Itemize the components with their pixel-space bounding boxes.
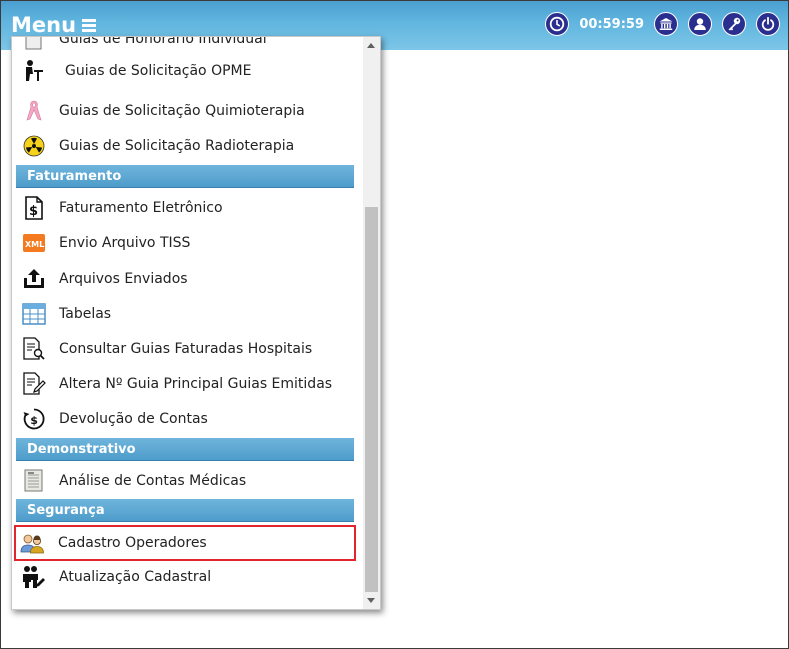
menu-item-label: Arquivos Enviados xyxy=(59,271,188,287)
radiation-icon xyxy=(21,133,47,159)
menu-item-envio-tiss[interactable]: XML Envio Arquivo TISS xyxy=(17,227,357,259)
menu-item-quimioterapia[interactable]: Guias de Solicitação Quimioterapia xyxy=(17,95,357,127)
menu-item-label: Guias de Solicitação OPME xyxy=(65,63,252,79)
menu-item-label: Altera Nº Guia Principal Guias Emitidas xyxy=(59,376,333,392)
hamburger-icon xyxy=(82,18,97,32)
operators-icon xyxy=(20,530,46,556)
menu-item-devolucao-contas[interactable]: $ Devolução de Contas xyxy=(17,403,357,435)
menu-item-altera-guia[interactable]: Altera Nº Guia Principal Guias Emitidas xyxy=(17,368,357,400)
upload-box-icon xyxy=(21,266,47,292)
menu-item-analise-contas[interactable]: Análise de Contas Médicas xyxy=(17,465,357,497)
person-desk-icon xyxy=(21,58,47,84)
table-icon xyxy=(21,301,47,327)
menu-item-label: Análise de Contas Médicas xyxy=(59,473,247,489)
menu-item-label: Guias de Solicitação Quimioterapia xyxy=(59,103,305,119)
xml-icon: XML xyxy=(21,230,47,256)
menu-item-guias-honorario[interactable]: Guias de Honorário Individual xyxy=(17,36,357,55)
menu-label: Menu xyxy=(11,13,77,37)
menu-item-faturamento-eletronico[interactable]: $ Faturamento Eletrônico xyxy=(17,192,357,224)
session-timer: 00:59:59 xyxy=(579,16,644,32)
svg-text:$: $ xyxy=(30,414,38,427)
section-seguranca: Segurança xyxy=(16,499,354,522)
section-faturamento: Faturamento xyxy=(16,165,354,188)
menu-item-label: Cadastro Operadores xyxy=(58,535,207,551)
pink-ribbon-icon xyxy=(21,98,47,124)
menu-button[interactable]: Menu xyxy=(11,13,97,37)
scroll-thumb[interactable] xyxy=(365,207,378,592)
scroll-down-arrow-icon[interactable] xyxy=(367,598,375,603)
svg-text:XML: XML xyxy=(25,240,44,249)
menu-item-radioterapia[interactable]: Guias de Solicitação Radioterapia xyxy=(17,130,357,162)
top-icons: 00:59:59 xyxy=(545,12,780,36)
clock-icon[interactable] xyxy=(545,12,570,36)
menu-item-label: Atualização Cadastral xyxy=(59,569,212,585)
menu-item-tabelas[interactable]: Tabelas xyxy=(17,298,357,330)
section-demonstrativo: Demonstrativo xyxy=(16,438,354,461)
menu-item-arquivos-enviados[interactable]: Arquivos Enviados xyxy=(17,263,357,295)
menu-item-label: Devolução de Contas xyxy=(59,411,208,427)
menu-scrollbar[interactable] xyxy=(363,37,380,609)
svg-text:$: $ xyxy=(29,204,38,219)
menu-item-label: Envio Arquivo TISS xyxy=(59,235,191,251)
ledger-icon xyxy=(21,468,47,494)
document-search-icon xyxy=(21,336,47,362)
power-icon[interactable] xyxy=(756,12,780,36)
menu-item-opme[interactable]: Guias de Solicitação OPME xyxy=(17,55,357,87)
key-icon[interactable] xyxy=(722,12,746,36)
menu-item-label: Guias de Honorário Individual xyxy=(59,36,267,47)
document-icon xyxy=(21,37,47,52)
menu-item-label: Tabelas xyxy=(59,306,112,322)
menu-dropdown: Guias de Honorário Individual Guias de S… xyxy=(11,36,381,610)
menu-item-atualizacao-cadastral[interactable]: Atualização Cadastral xyxy=(17,561,357,593)
people-edit-icon xyxy=(21,564,47,590)
document-edit-icon xyxy=(21,371,47,397)
scroll-up-arrow-icon[interactable] xyxy=(367,43,375,48)
dollar-document-icon: $ xyxy=(21,195,47,221)
bank-icon[interactable] xyxy=(654,12,678,36)
menu-item-label: Consultar Guias Faturadas Hospitais xyxy=(59,341,313,357)
menu-item-label: Faturamento Eletrônico xyxy=(59,200,223,216)
user-icon[interactable] xyxy=(688,12,712,36)
menu-item-label: Guias de Solicitação Radioterapia xyxy=(59,138,295,154)
money-return-icon: $ xyxy=(21,406,47,432)
menu-item-cadastro-operadores[interactable]: Cadastro Operadores xyxy=(14,525,356,561)
menu-item-consultar-guias[interactable]: Consultar Guias Faturadas Hospitais xyxy=(17,333,357,365)
